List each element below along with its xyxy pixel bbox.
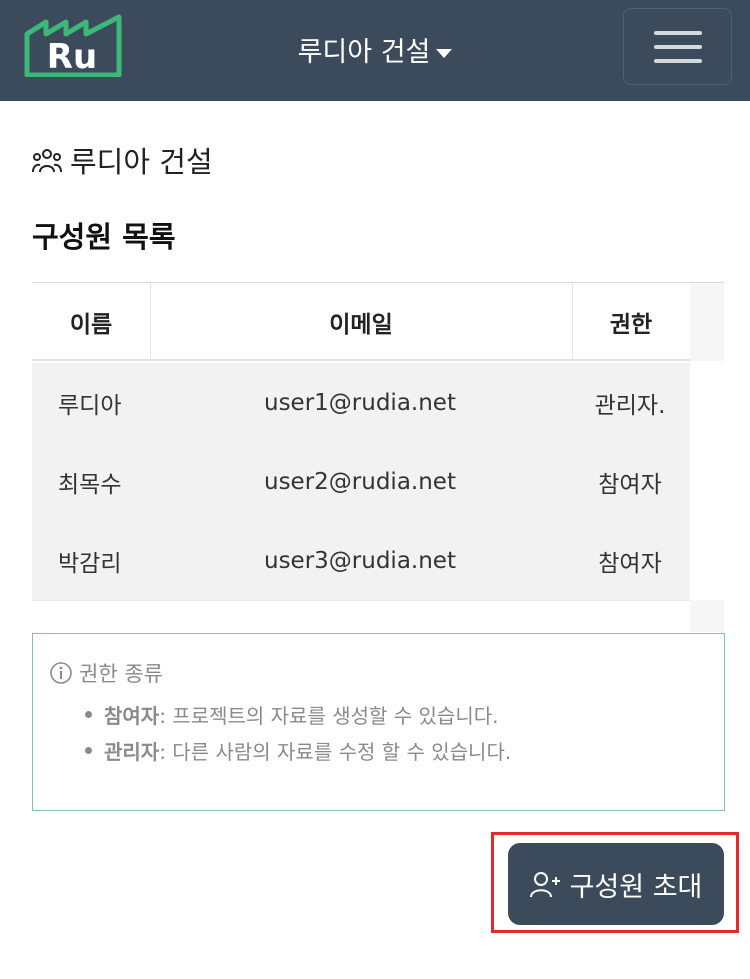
info-title: 권한 종류 xyxy=(49,658,163,688)
group-icon xyxy=(32,149,62,173)
member-role: 참여자 xyxy=(598,472,662,498)
invite-button-label: 구성원 초대 xyxy=(569,871,703,903)
role-desc: : 프로젝트의 자료를 생성할 수 있습니다. xyxy=(159,703,499,728)
menu-toggle-button[interactable] xyxy=(623,8,732,85)
role-info-box: 권한 종류 참여자 : 프로젝트의 자료를 생성할 수 있습니다. 관리자 : … xyxy=(32,633,725,811)
hamburger-icon-bar xyxy=(654,31,702,35)
hamburger-icon-bar xyxy=(654,59,702,63)
table-row[interactable]: 최목수 user2@rudia.net 참여자 xyxy=(32,442,690,522)
scrollbar-header-cap xyxy=(690,283,724,361)
column-header-role[interactable]: 권한 xyxy=(572,283,690,361)
member-name: 박감리 xyxy=(58,551,122,577)
column-header-email[interactable]: 이메일 xyxy=(150,283,572,361)
info-title-text: 권한 종류 xyxy=(79,662,163,686)
role-desc: : 다른 사람의 자료를 수정 할 수 있습니다. xyxy=(159,739,512,764)
member-email: user1@rudia.net xyxy=(264,390,456,416)
table-scroll-gap xyxy=(32,601,690,632)
table-row[interactable]: 루디아 user1@rudia.net 관리자. xyxy=(32,363,690,443)
section-title: 구성원 목록 xyxy=(32,220,176,254)
member-email: user3@rudia.net xyxy=(264,548,456,574)
info-circle-icon xyxy=(50,662,72,684)
scrollbar-bottom-cap xyxy=(690,600,724,632)
hamburger-icon-bar xyxy=(654,45,702,49)
table-row[interactable]: 박감리 user3@rudia.net 참여자 xyxy=(32,521,690,601)
member-role: 참여자 xyxy=(598,551,662,577)
brand-label: 루디아 건설 xyxy=(297,37,431,68)
user-plus-icon xyxy=(529,872,560,898)
member-name: 최목수 xyxy=(58,472,122,498)
member-name: 루디아 xyxy=(58,393,122,419)
caret-down-icon xyxy=(436,49,453,58)
org-name: 루디아 건설 xyxy=(70,145,213,179)
invite-member-button[interactable]: 구성원 초대 xyxy=(508,843,724,925)
list-item: 참여자 : 프로젝트의 자료를 생성할 수 있습니다. xyxy=(85,696,511,732)
org-heading: 루디아 건설 xyxy=(32,140,213,180)
top-navbar: Ru 루디아 건설 xyxy=(0,0,750,101)
role-term: 참여자 xyxy=(104,703,160,728)
table-header: 이름 이메일 권한 xyxy=(32,283,724,361)
bullet-icon xyxy=(85,746,92,754)
table-scrollbar[interactable] xyxy=(690,283,724,632)
members-table: 이름 이메일 권한 루디아 user1@rudia.net 관리자. 최목수 u… xyxy=(32,282,724,632)
member-role: 관리자. xyxy=(594,393,666,419)
role-term: 관리자 xyxy=(104,739,160,764)
role-list: 참여자 : 프로젝트의 자료를 생성할 수 있습니다. 관리자 : 다른 사람의… xyxy=(85,696,511,768)
bullet-icon xyxy=(85,710,92,718)
member-email: user2@rudia.net xyxy=(264,469,456,495)
list-item: 관리자 : 다른 사람의 자료를 수정 할 수 있습니다. xyxy=(85,732,511,768)
column-header-name[interactable]: 이름 xyxy=(32,283,150,361)
